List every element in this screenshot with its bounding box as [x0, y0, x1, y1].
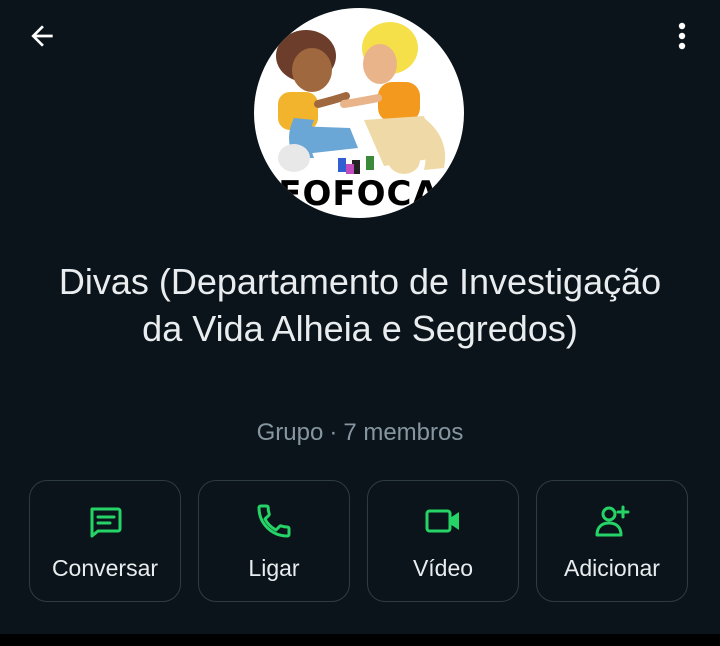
arrow-left-icon	[31, 25, 53, 47]
call-button[interactable]: Ligar	[198, 480, 350, 602]
back-button[interactable]	[20, 16, 64, 56]
call-button-label: Ligar	[248, 555, 300, 581]
message-icon	[85, 501, 125, 541]
group-subtitle: Grupo · 7 membros	[0, 419, 720, 447]
add-member-button[interactable]: Adicionar	[536, 480, 688, 602]
menu-button[interactable]	[662, 14, 702, 58]
group-type: Grupo	[256, 419, 324, 446]
more-vert-icon	[678, 22, 686, 50]
subtitle-separator: ·	[329, 419, 338, 446]
add-person-icon	[592, 501, 632, 541]
phone-icon	[254, 501, 294, 541]
group-name: Divas (Departamento de Investigação da V…	[58, 261, 662, 349]
action-bar: Conversar Ligar Vídeo Adicionar	[29, 480, 688, 602]
add-member-button-label: Adicionar	[564, 555, 660, 581]
group-avatar[interactable]: EOFOCA	[254, 8, 464, 218]
video-icon	[423, 501, 463, 541]
avatar-caption: EOFOCA	[278, 174, 440, 214]
video-button-label: Vídeo	[412, 555, 474, 581]
message-button-label: Conversar	[51, 555, 159, 581]
video-button[interactable]: Vídeo	[367, 480, 519, 602]
member-count[interactable]: 7 membros	[343, 419, 463, 446]
message-button[interactable]: Conversar	[29, 480, 181, 602]
bottom-strip	[0, 634, 720, 646]
